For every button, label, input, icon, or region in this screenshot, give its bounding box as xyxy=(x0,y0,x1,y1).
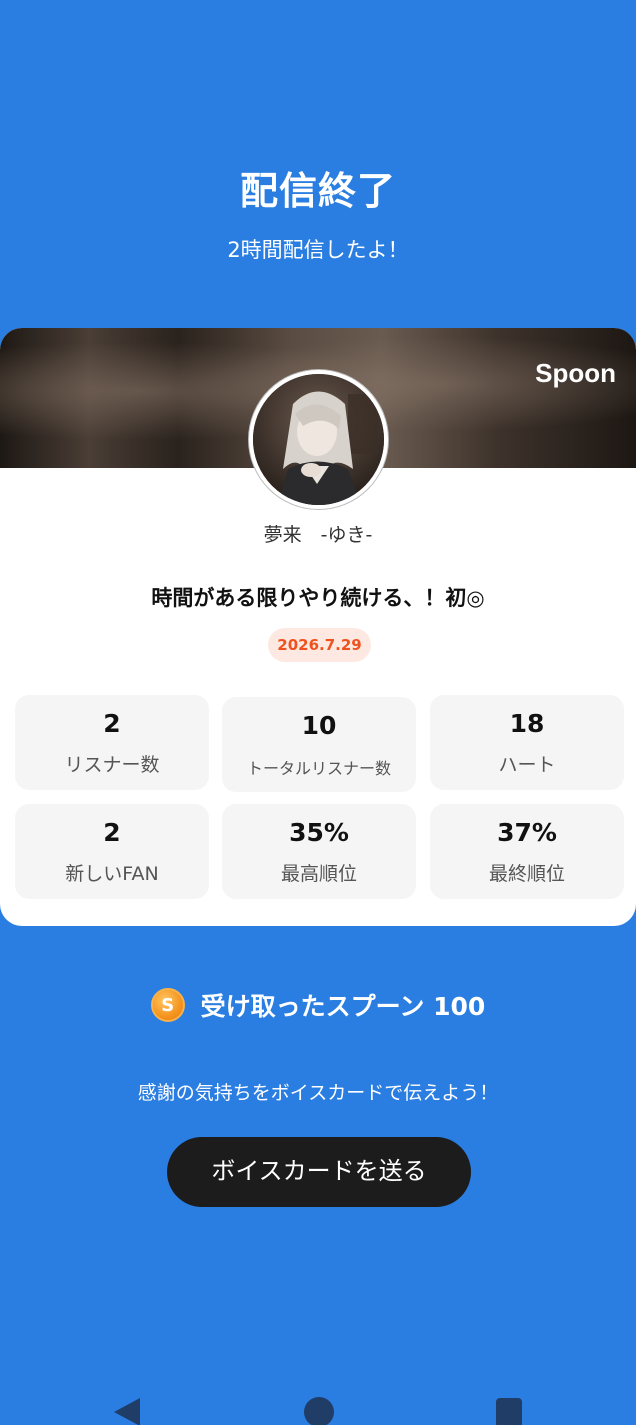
stat-final-rank: 37% 最終順位 xyxy=(430,804,624,899)
stat-label: 新しいFAN xyxy=(65,863,159,885)
stat-value: 18 xyxy=(509,709,545,738)
summary-card: Spoon 夢来 -ゆき- 時間がある限りやり続ける、！初◎ 2026.7.29… xyxy=(0,328,636,926)
stat-listeners: 2 リスナー数 xyxy=(15,695,209,790)
stat-value: 10 xyxy=(301,711,337,740)
nickname: 夢来 -ゆき- xyxy=(263,524,373,546)
recent-apps-icon[interactable] xyxy=(496,1398,522,1425)
stat-total-listeners: 10 トータルリスナー数 xyxy=(222,697,416,792)
received-spoons: S 受け取ったスプーン 100 xyxy=(0,986,636,1024)
avatar-image xyxy=(253,374,384,505)
stat-label: 最高順位 xyxy=(280,863,357,885)
date-badge: 2026.7.29 xyxy=(268,628,371,662)
page-subtitle: 2時間配信したよ！ xyxy=(227,238,409,262)
spoon-logo: Spoon xyxy=(535,358,616,388)
stat-best-rank: 35% 最高順位 xyxy=(222,804,416,899)
stat-value: 37% xyxy=(497,818,557,847)
page-title: 配信終了 xyxy=(239,169,396,213)
stat-value: 35% xyxy=(289,818,349,847)
received-spoons-text: 受け取ったスプーン 100 xyxy=(200,992,486,1021)
stat-label: トータルリスナー数 xyxy=(246,759,391,778)
stat-new-fans: 2 新しいFAN xyxy=(15,804,209,899)
stat-hearts: 18 ハート xyxy=(430,695,624,790)
home-icon[interactable] xyxy=(304,1397,334,1425)
stat-value: 2 xyxy=(103,818,121,847)
stat-value: 2 xyxy=(103,709,121,738)
stat-label: ハート xyxy=(498,754,556,776)
thanks-message: 感謝の気持ちをボイスカードで伝えよう！ xyxy=(137,1082,499,1104)
avatar[interactable] xyxy=(249,370,388,509)
spoon-coin-icon: S xyxy=(150,988,185,1022)
stat-label: リスナー数 xyxy=(64,754,160,776)
send-voice-card-button[interactable]: ボイスカードを送る xyxy=(167,1137,471,1207)
system-nav-bar xyxy=(0,1392,636,1425)
back-icon[interactable] xyxy=(114,1398,140,1425)
stat-label: 最終順位 xyxy=(488,863,565,885)
live-title: 時間がある限りやり続ける、！初◎ xyxy=(151,586,485,610)
